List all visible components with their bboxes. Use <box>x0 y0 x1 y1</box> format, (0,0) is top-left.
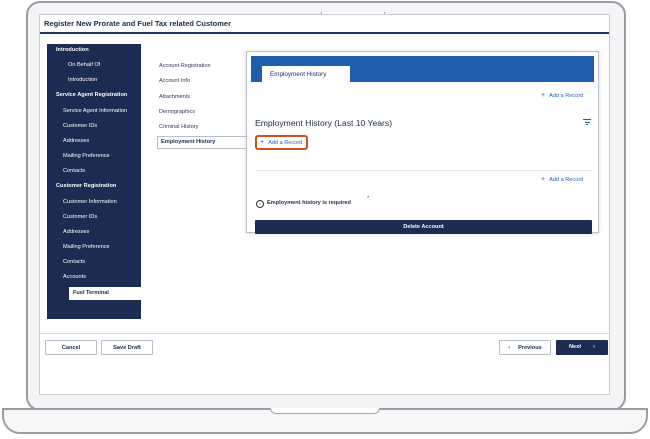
card-header: Employment History <box>251 56 594 83</box>
sidebar-item-contacts-2[interactable]: Contacts <box>63 256 85 269</box>
sidebar-item-introduction[interactable]: Introduction <box>68 74 97 87</box>
add-record-label: Add a Record <box>268 140 303 146</box>
previous-button[interactable]: ‹ Previous <box>499 340 551 355</box>
sidebar-item-mailing-preference-2[interactable]: Mailing Preference <box>63 241 110 254</box>
add-record-label: Add a Record <box>549 93 584 99</box>
info-icon: i <box>256 200 264 208</box>
chevron-right-icon: › <box>593 344 595 350</box>
section-title: Employment History (Last 10 Years) <box>255 118 393 128</box>
add-record-label: Add a Record <box>549 177 584 183</box>
footer-divider <box>40 333 609 334</box>
sidebar-item-service-agent-information[interactable]: Service Agent Information <box>63 105 127 118</box>
sidebar-item-customer-information[interactable]: Customer Information <box>63 196 117 209</box>
required-message: Employment history is required <box>267 200 351 206</box>
save-draft-button[interactable]: Save Draft <box>101 340 153 355</box>
add-record-highlighted-button[interactable]: + Add a Record <box>255 135 308 150</box>
filter-icon[interactable] <box>583 118 591 126</box>
subnav-criminal-history[interactable]: Criminal History <box>159 124 198 130</box>
subnav-attachments[interactable]: Attachments <box>159 94 190 100</box>
sidebar-item-addresses-2[interactable]: Addresses <box>63 226 89 239</box>
plus-icon: + <box>541 92 546 99</box>
add-record-bottom-link[interactable]: + Add a Record <box>541 176 583 183</box>
sidebar-item-mailing-preference[interactable]: Mailing Preference <box>63 150 110 163</box>
cancel-button[interactable]: Cancel <box>45 340 97 355</box>
sidebar: Introduction On Behalf Of Introduction S… <box>47 44 141 319</box>
subnav-account-registration[interactable]: Account Registration <box>159 63 211 69</box>
plus-icon: + <box>260 139 265 146</box>
subnav-account-info[interactable]: Account Info <box>159 78 190 84</box>
title-divider <box>40 32 609 34</box>
sidebar-item-customer-ids[interactable]: Customer IDs <box>63 120 97 133</box>
add-record-top-link[interactable]: + Add a Record <box>541 92 583 99</box>
sidebar-item-addresses[interactable]: Addresses <box>63 135 89 148</box>
sidebar-heading-customer-registration: Customer Registration <box>56 183 117 189</box>
next-label: Next <box>569 344 582 350</box>
next-button[interactable]: Next › <box>556 340 608 355</box>
delete-account-button[interactable]: Delete Account <box>255 220 592 234</box>
screen: Register New Prorate and Fuel Tax relate… <box>39 14 610 395</box>
laptop-base-groove <box>270 408 380 414</box>
sidebar-item-fuel-terminal[interactable]: Fuel Terminal <box>69 287 141 300</box>
sidebar-heading-service-agent-registration: Service Agent Registration <box>56 92 128 98</box>
tab-employment-history[interactable]: Employment History <box>262 66 350 83</box>
previous-label: Previous <box>518 345 542 351</box>
sidebar-item-on-behalf-of[interactable]: On Behalf Of <box>68 59 100 72</box>
chevron-left-icon: ‹ <box>508 345 511 351</box>
plus-icon: + <box>541 176 546 183</box>
sidebar-item-accounts[interactable]: Accounts <box>63 271 86 284</box>
employment-history-card: Employment History + Add a Record Employm… <box>246 51 599 234</box>
subnav-demographics[interactable]: Demographics <box>159 109 195 115</box>
page-title: Register New Prorate and Fuel Tax relate… <box>44 19 231 28</box>
sidebar-item-customer-ids-2[interactable]: Customer IDs <box>63 211 97 224</box>
required-asterisk: * <box>367 196 370 202</box>
sidebar-item-contacts[interactable]: Contacts <box>63 165 85 178</box>
section-divider <box>255 170 592 171</box>
subnav-employment-history[interactable]: Employment History <box>157 136 247 149</box>
sidebar-heading-introduction: Introduction <box>56 47 89 53</box>
